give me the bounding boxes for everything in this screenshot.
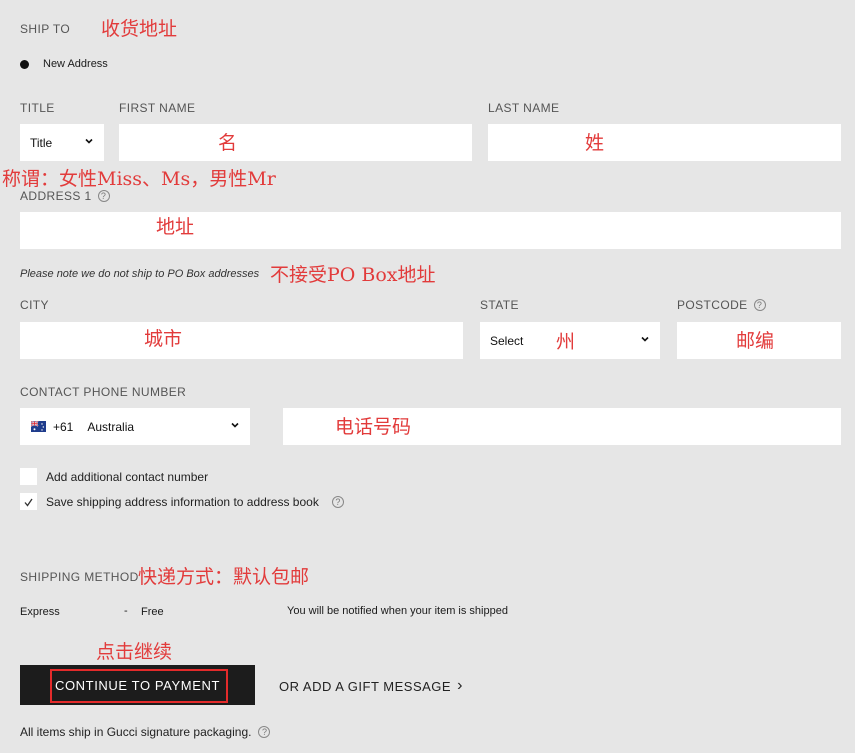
- city-input[interactable]: [20, 322, 463, 359]
- state-select-value: Select: [490, 333, 524, 348]
- chevron-right-icon: ›: [457, 677, 463, 694]
- country-name: Australia: [87, 419, 135, 434]
- first-name-input[interactable]: [119, 124, 472, 161]
- save-address-checkbox-row[interactable]: Save shipping address information to add…: [20, 493, 344, 510]
- additional-contact-checkbox-row[interactable]: Add additional contact number: [20, 468, 208, 485]
- phone-label: CONTACT PHONE NUMBER: [20, 385, 187, 399]
- state-annotation: 州: [556, 331, 576, 353]
- radio-selected-icon: [20, 59, 29, 69]
- ship-to-label: SHIP TO: [20, 22, 71, 36]
- postcode-label: POSTCODE: [677, 298, 748, 312]
- title-select[interactable]: Title: [20, 124, 104, 161]
- po-box-note: Please note we do not ship to PO Box add…: [20, 268, 260, 280]
- continue-annotation: 点击继续: [96, 641, 173, 663]
- chevron-down-icon: [231, 422, 239, 428]
- postcode-annotation: 邮编: [736, 330, 775, 352]
- country-code-select[interactable]: +61 Australia: [20, 408, 250, 445]
- last-name-input[interactable]: [488, 124, 841, 161]
- last-name-annotation: 姓: [585, 132, 605, 154]
- postcode-label-row: POSTCODE ?: [677, 298, 766, 312]
- phone-annotation: 电话号码: [335, 416, 412, 438]
- title-select-value: Title: [30, 135, 53, 150]
- additional-contact-label: Add additional contact number: [46, 469, 209, 484]
- save-address-label: Save shipping address information to add…: [46, 494, 319, 509]
- address-label-row: ADDRESS 1 ?: [20, 189, 110, 203]
- shipping-method-name: Express: [20, 606, 60, 618]
- help-icon[interactable]: ?: [258, 726, 271, 738]
- new-address-label: New Address: [43, 58, 108, 70]
- checkmark-icon: [24, 498, 33, 507]
- city-annotation: 城市: [144, 328, 183, 350]
- new-address-radio[interactable]: New Address: [20, 58, 108, 70]
- address-label: ADDRESS 1: [20, 189, 92, 203]
- additional-contact-checkbox[interactable]: [20, 468, 37, 485]
- first-name-label: FIRST NAME: [119, 101, 196, 115]
- chevron-down-icon: [641, 336, 649, 342]
- help-icon[interactable]: ?: [753, 299, 766, 311]
- packaging-note: All items ship in Gucci signature packag…: [20, 725, 252, 739]
- help-icon[interactable]: ?: [331, 495, 344, 508]
- highlight-box: [50, 669, 228, 703]
- help-icon[interactable]: ?: [97, 190, 110, 202]
- gift-message-label: OR ADD A GIFT MESSAGE: [279, 678, 452, 694]
- add-gift-message-link[interactable]: OR ADD A GIFT MESSAGE ›: [279, 678, 463, 694]
- shipping-method-label: SHIPPING METHOD: [20, 570, 139, 584]
- shipping-method-annotation: 快递方式：默认包邮: [138, 566, 310, 588]
- address-input[interactable]: [20, 212, 841, 249]
- country-dial-code: +61: [53, 419, 74, 434]
- po-box-annotation: 不接受PO Box地址: [270, 264, 436, 286]
- state-label: STATE: [480, 298, 519, 312]
- chevron-down-icon: [85, 138, 93, 144]
- title-annotation: 称谓：女性Miss、Ms，男性Mr: [2, 168, 276, 190]
- save-address-checkbox[interactable]: [20, 493, 37, 510]
- first-name-annotation: 名: [218, 132, 238, 154]
- ship-to-annotation: 收货地址: [101, 18, 178, 40]
- address-annotation: 地址: [156, 216, 195, 238]
- city-label: CITY: [20, 298, 49, 312]
- last-name-label: LAST NAME: [488, 101, 560, 115]
- shipping-method-separator: -: [124, 605, 128, 617]
- shipping-method-price: Free: [141, 606, 164, 618]
- australia-flag-icon: [31, 421, 46, 432]
- packaging-note-row: All items ship in Gucci signature packag…: [20, 725, 271, 739]
- shipping-notice: You will be notified when your item is s…: [287, 605, 508, 617]
- title-label: TITLE: [20, 101, 55, 115]
